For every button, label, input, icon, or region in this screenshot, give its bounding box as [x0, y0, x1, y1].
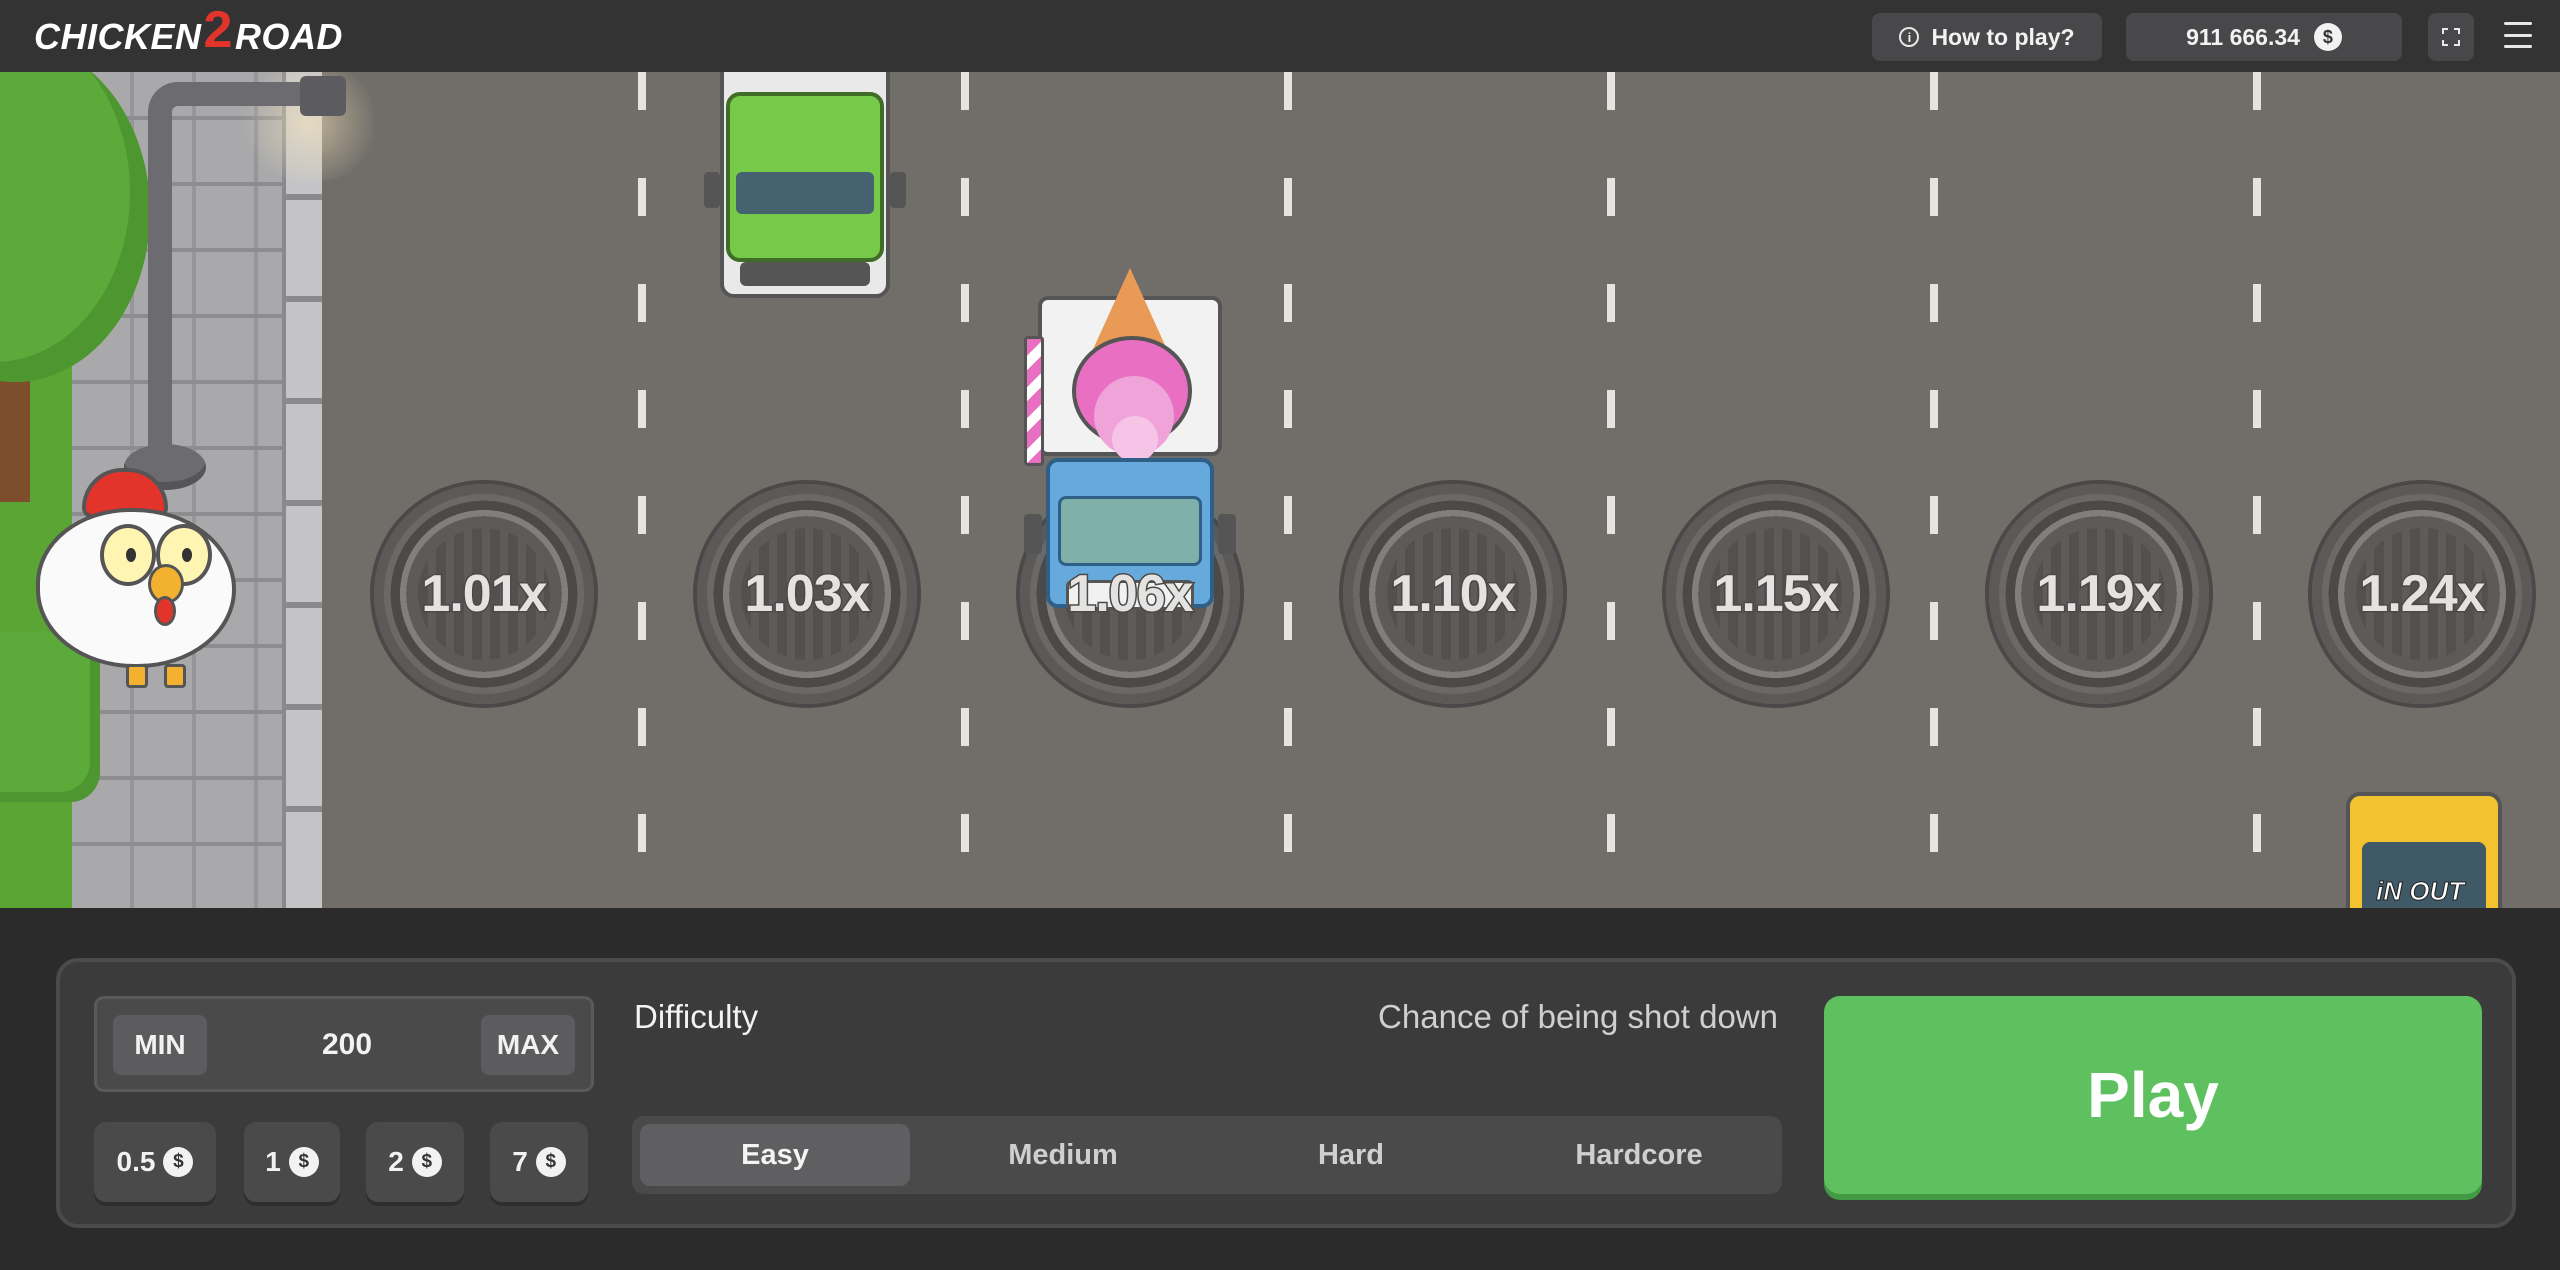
- difficulty-tab-hardcore[interactable]: Hardcore: [1504, 1124, 1774, 1186]
- game-app: CHICKEN 2 ROAD i How to play? 911 666.34…: [0, 0, 2560, 1270]
- currency-icon: $: [163, 1147, 194, 1177]
- curb: [282, 72, 322, 908]
- logo-text-right: ROAD: [234, 16, 343, 57]
- multiplier-cell[interactable]: 1.01x: [374, 484, 594, 704]
- chicken-foot: [126, 664, 148, 688]
- multiplier-label: 1.06x: [1066, 564, 1195, 625]
- lane-divider: [2253, 72, 2261, 908]
- logo-text-left: CHICKEN: [34, 16, 202, 57]
- multiplier-label: 1.01x: [420, 564, 549, 625]
- difficulty-tab-medium[interactable]: Medium: [928, 1124, 1198, 1186]
- chicken-wattle: [154, 596, 176, 626]
- fullscreen-button[interactable]: [2428, 13, 2474, 61]
- multiplier-cell[interactable]: 1.15x: [1666, 484, 1886, 704]
- street-lamp-pole: [148, 112, 172, 452]
- lane-divider: [1607, 72, 1615, 908]
- difficulty-selector: Easy Medium Hard Hardcore: [632, 1116, 1782, 1194]
- ice-cream-truck: [1018, 196, 1242, 610]
- green-truck: [700, 72, 910, 302]
- logo-number: 2: [203, 1, 233, 59]
- quick-bet-value: 1: [265, 1146, 281, 1177]
- play-button[interactable]: Play: [1824, 996, 2482, 1194]
- hamburger-line: [2504, 45, 2532, 48]
- bus-brand: iN OUT: [2375, 876, 2465, 907]
- tree-trunk: [0, 372, 30, 502]
- chance-label: Chance of being shot down: [1378, 998, 1778, 1035]
- top-bar: CHICKEN 2 ROAD i How to play? 911 666.34…: [0, 0, 2560, 72]
- bet-amount-input[interactable]: [217, 1015, 477, 1075]
- hamburger-line: [2504, 33, 2532, 37]
- truck-awning: [1024, 336, 1044, 466]
- quick-bet-button[interactable]: 0.5 $: [94, 1122, 216, 1202]
- info-icon: i: [1899, 27, 1920, 47]
- truck-mirror: [1218, 514, 1236, 554]
- game-logo: CHICKEN 2 ROAD: [34, 1, 343, 62]
- lane-divider: [1930, 72, 1938, 908]
- multiplier-label: 1.24x: [2358, 564, 2487, 625]
- difficulty-tab-hard[interactable]: Hard: [1216, 1124, 1486, 1186]
- truck-mirror: [1024, 514, 1042, 554]
- chicken-foot: [164, 664, 186, 688]
- truck-windshield: [1058, 496, 1202, 566]
- lane-divider: [1284, 72, 1292, 908]
- quick-bet-button[interactable]: 1 $: [244, 1122, 340, 1202]
- control-panel: MIN MAX 0.5 $ 1 $ 2 $ 7 $ Difficulty Cha…: [56, 958, 2516, 1228]
- hamburger-line: [2504, 22, 2532, 25]
- currency-icon: $: [535, 1147, 566, 1177]
- quick-bet-button[interactable]: 7 $: [490, 1122, 588, 1202]
- how-to-play-label: How to play?: [1931, 23, 2075, 50]
- difficulty-tab-easy[interactable]: Easy: [640, 1124, 910, 1186]
- chicken-character: [36, 468, 250, 688]
- quick-bet-value: 0.5: [116, 1146, 156, 1177]
- max-bet-button[interactable]: MAX: [481, 1015, 575, 1075]
- multiplier-label: 1.15x: [1712, 564, 1841, 625]
- currency-icon: $: [411, 1147, 442, 1177]
- quick-bet-value: 7: [512, 1146, 528, 1177]
- game-scene: 1.01x 1.03x 1.06x 1.10x 1.15x 1.19x 1.24…: [0, 72, 2560, 908]
- min-bet-button[interactable]: MIN: [113, 1015, 207, 1075]
- how-to-play-button[interactable]: i How to play?: [1872, 13, 2102, 61]
- chicken-eye: [100, 524, 156, 586]
- multiplier-cell[interactable]: 1.19x: [1989, 484, 2209, 704]
- currency-icon: $: [288, 1147, 319, 1177]
- quick-bet-value: 2: [388, 1146, 404, 1177]
- bet-amount-control: MIN MAX: [94, 996, 594, 1092]
- multiplier-label: 1.19x: [2035, 564, 2164, 625]
- truck-mirror: [704, 172, 720, 208]
- expand-icon: [2442, 28, 2460, 46]
- truck-bumper: [740, 262, 870, 286]
- lane-divider: [638, 72, 646, 908]
- multiplier-cell[interactable]: 1.03x: [697, 484, 917, 704]
- multiplier-label: 1.03x: [743, 564, 872, 625]
- currency-icon: $: [2313, 23, 2342, 51]
- multiplier-cell[interactable]: 1.10x: [1343, 484, 1563, 704]
- multiplier-cell[interactable]: 1.24x: [2312, 484, 2532, 704]
- street-lamp-head: [300, 76, 346, 116]
- lane-divider: [961, 72, 969, 908]
- menu-button[interactable]: [2504, 22, 2532, 48]
- ice-cream-scoop: [1112, 416, 1158, 462]
- truck-mirror: [890, 172, 906, 208]
- truck-windshield: [736, 172, 874, 214]
- yellow-bus: iN OUT: [2340, 792, 2510, 908]
- balance-value: 911 666.34: [2186, 23, 2300, 50]
- multiplier-label: 1.10x: [1389, 564, 1518, 625]
- quick-bet-button[interactable]: 2 $: [366, 1122, 464, 1202]
- difficulty-label: Difficulty: [634, 998, 759, 1035]
- balance-display: 911 666.34 $: [2126, 13, 2402, 61]
